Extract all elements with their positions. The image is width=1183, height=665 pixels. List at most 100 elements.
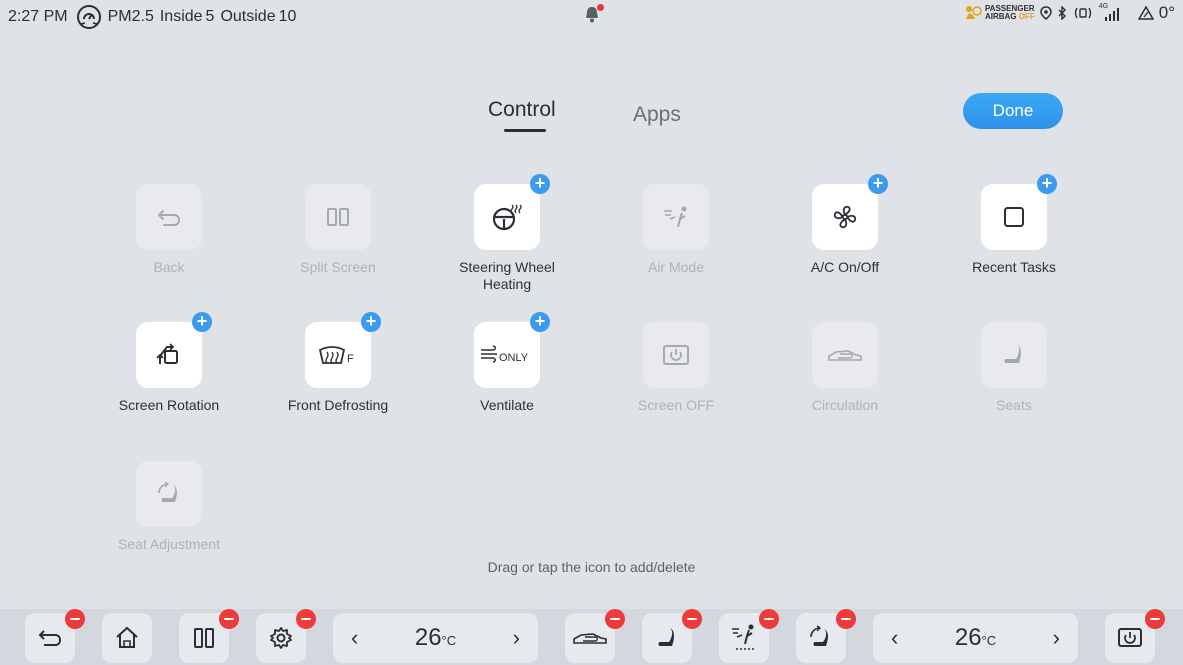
tile-box[interactable]: ONLY + — [474, 312, 550, 388]
outside-temperature: 0° — [1158, 3, 1175, 22]
split-screen-icon — [327, 208, 349, 226]
dock-seat-adjustment[interactable] — [796, 609, 856, 663]
tile-box[interactable] — [981, 322, 1047, 388]
home-icon — [116, 626, 138, 648]
tile-box[interactable] — [136, 184, 202, 250]
remove-badge[interactable] — [219, 609, 239, 629]
tile-screen-rotation[interactable]: + Screen Rotation — [99, 312, 239, 414]
add-badge[interactable]: + — [530, 174, 550, 194]
status-right: PASSENGER AIRBAG OFF 4G 0° — [964, 3, 1175, 23]
remove-badge[interactable] — [759, 609, 779, 629]
tile-box[interactable]: + — [812, 174, 888, 250]
tile-ventilate[interactable]: ONLY + Ventilate — [437, 312, 577, 414]
driver-temp-increase-button[interactable]: › — [513, 625, 520, 651]
passenger-airbag-status: PASSENGER AIRBAG OFF — [964, 5, 1035, 21]
tile-label: Back — [153, 259, 185, 275]
gear-icon — [270, 627, 292, 649]
dock-split-screen[interactable] — [179, 609, 239, 663]
signal-bars-icon — [1104, 8, 1119, 21]
remove-badge[interactable] — [65, 609, 85, 629]
back-icon — [38, 630, 62, 646]
screen-off-icon — [663, 345, 689, 365]
tile-box[interactable] — [812, 322, 878, 388]
tile-circulation[interactable]: Circulation — [775, 322, 915, 414]
tile-box[interactable] — [643, 322, 709, 388]
seat-adjust-icon — [158, 481, 177, 502]
tile-box[interactable] — [305, 184, 371, 250]
tile-recent-tasks[interactable]: + Recent Tasks — [944, 174, 1084, 276]
tile-steering-wheel-heating[interactable]: + Steering Wheel Heating — [437, 174, 577, 293]
tile-label: Seats — [996, 397, 1032, 413]
tile-seats[interactable]: Seats — [944, 322, 1084, 414]
steering-wheel-heat-icon — [492, 204, 522, 231]
tile-ac-onoff[interactable]: + A/C On/Off — [775, 174, 915, 276]
back-icon — [157, 210, 181, 226]
airbag-line2: AIRBAG — [984, 12, 1017, 21]
notification-bell[interactable] — [582, 4, 604, 26]
circulation-icon — [828, 350, 862, 361]
outside-label: Outside — [220, 8, 276, 25]
passenger-temp-decrease-button[interactable]: ‹ — [891, 625, 898, 651]
active-tab-indicator — [504, 129, 546, 132]
tile-label: Ventilate — [480, 397, 534, 413]
fan-icon — [833, 205, 857, 229]
seat-icon — [1004, 344, 1021, 363]
outside-value: 10 — [278, 8, 297, 25]
dock-bar: ‹ 26°C › ‹ 26°C › — [0, 609, 1183, 665]
airbag-icon — [965, 6, 982, 19]
tab-apps[interactable]: Apps — [633, 103, 681, 127]
remove-badge[interactable] — [296, 609, 316, 629]
airbag-state: OFF — [1018, 12, 1035, 21]
driver-temperature: 26°C — [414, 624, 457, 651]
dock-circulation[interactable] — [565, 609, 625, 663]
tab-control-label: Control — [488, 98, 556, 121]
remove-badge[interactable] — [836, 609, 856, 629]
dock-settings[interactable] — [256, 609, 316, 663]
dock-air-mode[interactable] — [719, 609, 779, 663]
wireless-icon — [1074, 7, 1091, 19]
remove-badge[interactable] — [1145, 609, 1165, 629]
tile-box[interactable] — [643, 184, 709, 250]
inside-value: 5 — [205, 8, 215, 25]
driver-temp-decrease-button[interactable]: ‹ — [351, 625, 358, 651]
screen-off-icon — [1118, 628, 1142, 647]
dock-seat[interactable] — [642, 609, 702, 663]
tile-label: Recent Tasks — [972, 259, 1056, 275]
tab-control[interactable]: Control — [488, 98, 556, 132]
tile-label: Screen OFF — [637, 397, 715, 413]
air-mode-icon — [732, 624, 754, 650]
remove-badge[interactable] — [605, 609, 625, 629]
add-badge[interactable]: + — [530, 312, 550, 332]
tile-label: Screen Rotation — [118, 397, 220, 413]
air-quality-gauge-icon — [76, 5, 101, 29]
tile-front-defrosting[interactable]: F + Front Defrosting — [268, 312, 408, 414]
add-badge[interactable]: + — [361, 312, 381, 332]
tile-box[interactable] — [136, 461, 202, 527]
tile-back[interactable]: Back — [99, 184, 239, 276]
add-badge[interactable]: + — [192, 312, 212, 332]
add-badge[interactable]: + — [1037, 174, 1057, 194]
add-badge[interactable]: + — [868, 174, 888, 194]
tile-label: Split Screen — [300, 259, 376, 275]
cellular-signal: 4G — [1099, 3, 1123, 21]
dock-passenger-temperature: ‹ 26°C › — [873, 613, 1078, 663]
dock-screen-off[interactable] — [1105, 609, 1165, 663]
done-button[interactable]: Done — [963, 93, 1063, 129]
tile-seat-adjustment[interactable]: Seat Adjustment — [99, 461, 239, 553]
dock-back[interactable] — [25, 609, 85, 663]
dock-home[interactable] — [102, 613, 152, 663]
tile-label: Seat Adjustment — [118, 536, 220, 552]
status-bar: 2:27 PM PM2.5 Inside 5 Outside 10 PASSEN… — [0, 0, 1183, 32]
remove-badge[interactable] — [682, 609, 702, 629]
tile-screen-off[interactable]: Screen OFF — [606, 322, 746, 414]
inside-label: Inside — [159, 8, 203, 25]
tile-box[interactable]: F + — [305, 312, 381, 388]
ventilate-icon: ONLY — [481, 345, 529, 364]
tile-box[interactable]: + — [136, 312, 212, 388]
tile-air-mode[interactable]: Air Mode — [606, 184, 746, 276]
tile-split-screen[interactable]: Split Screen — [268, 184, 408, 276]
ventilate-text: ONLY — [499, 352, 529, 364]
tile-box[interactable]: + — [474, 174, 550, 250]
tile-box[interactable]: + — [981, 174, 1057, 250]
passenger-temp-increase-button[interactable]: › — [1053, 625, 1060, 651]
